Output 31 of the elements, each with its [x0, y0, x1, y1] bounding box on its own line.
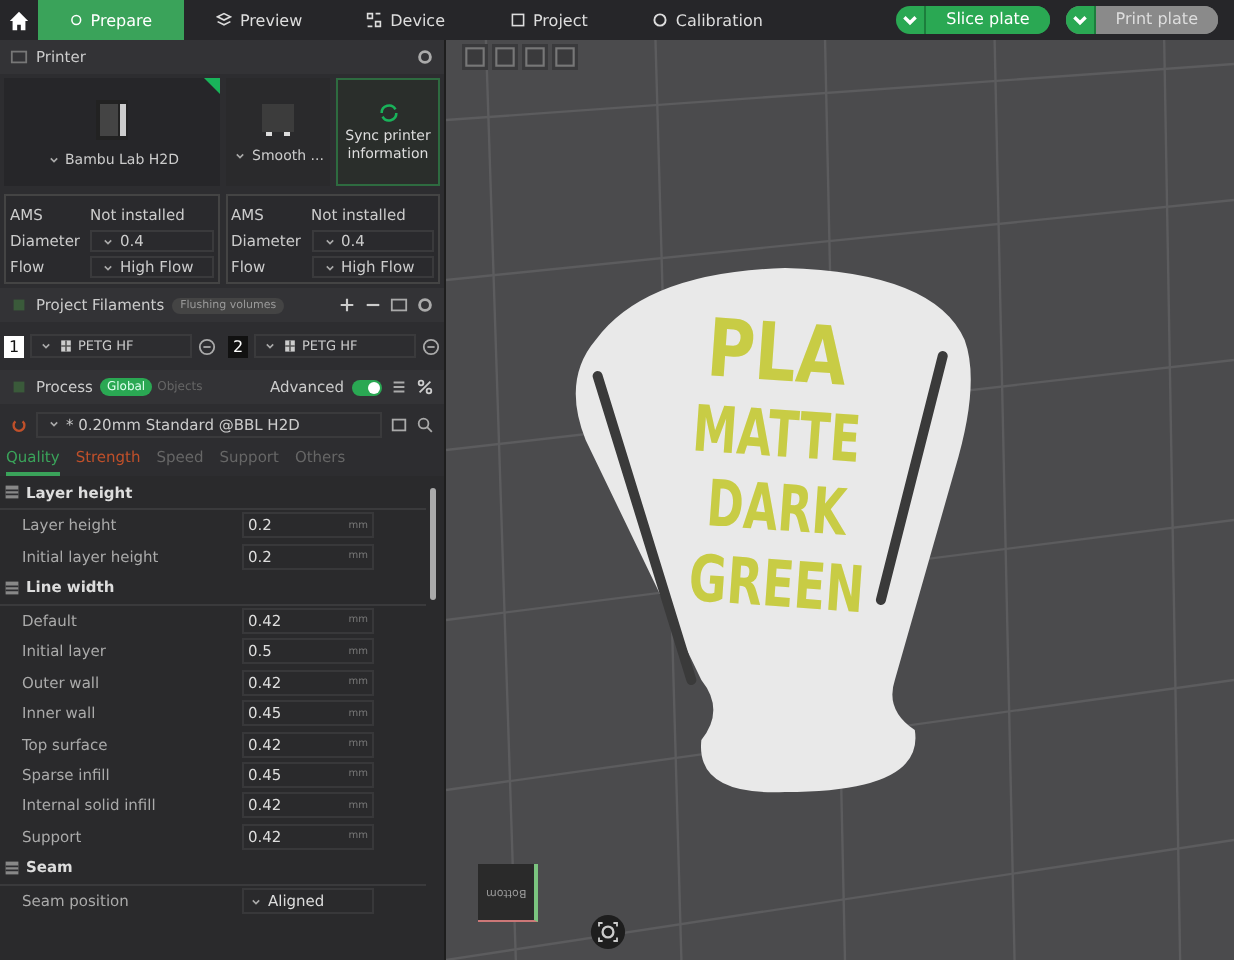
toolbar-icon[interactable] [492, 44, 518, 70]
advanced-switch[interactable] [352, 379, 382, 395]
filament-swatch[interactable]: 2 [228, 335, 248, 357]
nav-tab[interactable]: Calibration [619, 0, 795, 40]
printer-drawing [92, 95, 132, 144]
corner-badge-icon [204, 78, 220, 94]
recenter-icon[interactable] [590, 914, 626, 950]
percent-icon[interactable] [416, 378, 434, 396]
model-drawing[interactable] [575, 268, 971, 793]
search-icon[interactable] [416, 415, 434, 433]
reset-icon[interactable] [10, 415, 28, 433]
nav-tab[interactable]: Device [334, 0, 477, 40]
remove-icon[interactable] [198, 337, 216, 355]
add-icon[interactable] [338, 296, 356, 314]
caret-icon[interactable] [1065, 6, 1094, 34]
remove-icon[interactable] [422, 337, 440, 355]
tab-icon [509, 12, 525, 28]
list-icon[interactable] [390, 378, 408, 396]
toolbar-icon[interactable] [522, 44, 548, 70]
toolbar-icon[interactable] [462, 44, 488, 70]
tab-icon [70, 12, 83, 28]
home-icon[interactable] [8, 9, 30, 31]
nav-tab[interactable]: Preview [184, 0, 335, 40]
tab-icon [216, 12, 232, 28]
plate-drawing [258, 99, 298, 140]
scrollbar[interactable] [430, 488, 436, 600]
filament-swatch[interactable]: 1 [4, 335, 24, 357]
tab-icon [366, 12, 383, 28]
nav-tab[interactable]: Project [477, 0, 620, 40]
tab-icon [651, 12, 668, 28]
toolbar-icon[interactable] [552, 44, 578, 70]
